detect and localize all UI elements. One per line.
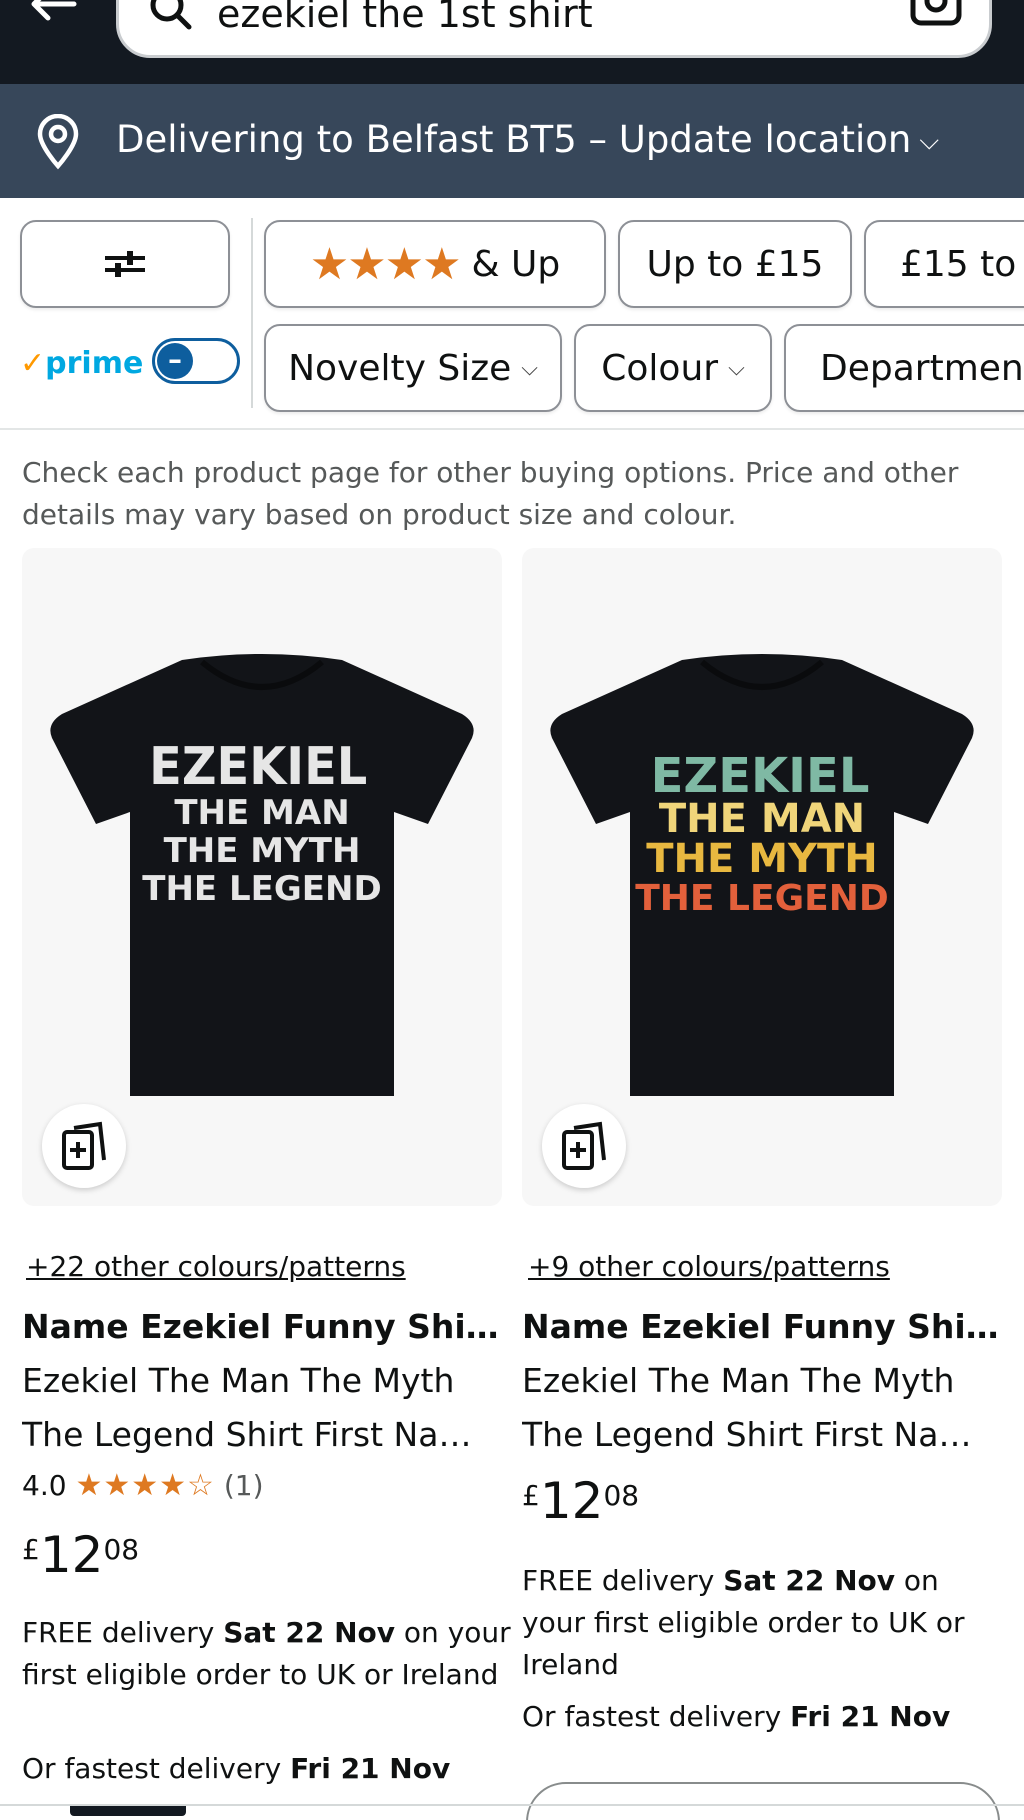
delivery-info: FREE delivery Sat 22 Nov on your first e… <box>522 1564 965 1681</box>
compare-icon <box>562 1121 606 1170</box>
search-icon[interactable] <box>149 0 195 35</box>
delivery-info: FREE delivery Sat 22 Nov on your first e… <box>22 1616 511 1691</box>
compare-icon <box>62 1121 106 1170</box>
other-colours-link[interactable]: +22 other colours/patterns <box>26 1250 406 1283</box>
other-colours-link[interactable]: +9 other colours/patterns <box>528 1250 890 1283</box>
chevron-down-icon: ⌵ <box>521 355 538 381</box>
shirt-text-line: THE LEGEND <box>635 878 889 919</box>
filter-colour-label: Colour <box>601 347 719 389</box>
star-rating-icon: ★★★★ <box>309 238 462 290</box>
filter-department[interactable]: Department <box>784 324 1024 412</box>
filter-bar: ★★★★ & Up Up to £15 £15 to £ ✓prime – No… <box>0 198 1024 430</box>
sliders-icon <box>105 251 145 277</box>
shirt-text-line: THE MAN <box>174 793 349 833</box>
shirt-text-line: EZEKIEL <box>149 736 367 796</box>
tshirt-image: EZEKIEL THE MAN THE MYTH THE LEGEND <box>50 654 474 1096</box>
filter-price-label: Up to £15 <box>646 243 824 285</box>
delivery-location-text: Delivering to Belfast BT5 – Update locat… <box>116 118 912 161</box>
product-price: £1208 <box>522 1472 640 1530</box>
see-options-button[interactable] <box>526 1782 1000 1820</box>
rating-value: 4.0 <box>22 1469 67 1502</box>
filter-stars-label: & Up <box>471 243 561 285</box>
location-pin-icon <box>37 114 79 170</box>
product-title-line: Name Ezekiel Funny Shirts <box>522 1307 1002 1346</box>
product-title-line: Ezekiel The Man The Myth <box>22 1361 455 1400</box>
chevron-down-icon: ⌵ <box>919 125 940 156</box>
search-input[interactable]: ezekiel the 1st shirt <box>116 0 992 58</box>
filter-settings-button[interactable] <box>20 220 230 308</box>
product-title-line: The Legend Shirt First Na… <box>22 1415 472 1454</box>
filter-divider <box>251 218 253 408</box>
tshirt-image: EZEKIEL THE MAN THE MYTH THE LEGEND <box>550 654 974 1096</box>
product-title-line: The Legend Shirt First Na… <box>522 1415 972 1454</box>
product-price: £1208 <box>22 1526 140 1584</box>
filter-up-to-15[interactable]: Up to £15 <box>618 220 852 308</box>
buying-options-notice: Check each product page for other buying… <box>22 456 959 531</box>
product-title-line: Ezekiel The Man The Myth <box>522 1361 955 1400</box>
delivery-location-bar[interactable]: Delivering to Belfast BT5 – Update locat… <box>0 84 1024 198</box>
shirt-text-line: THE LEGEND <box>142 869 381 909</box>
toggle-off-icon: – <box>157 343 193 379</box>
compare-button[interactable] <box>42 1104 126 1188</box>
product-rating[interactable]: 4.0 ★★★★☆ (1) <box>22 1468 264 1503</box>
shirt-text-line: THE MYTH <box>164 831 361 871</box>
compare-button[interactable] <box>542 1104 626 1188</box>
filter-department-label: Department <box>820 347 1024 389</box>
home-indicator <box>70 1806 186 1816</box>
filter-15-to[interactable]: £15 to £ <box>864 220 1024 308</box>
search-header: ezekiel the 1st shirt <box>0 0 1024 84</box>
prime-toggle[interactable]: – <box>152 338 240 384</box>
product-title[interactable]: Name Ezekiel Funny Shirts Ezekiel The Ma… <box>22 1300 502 1462</box>
product-image[interactable]: EZEKIEL THE MAN THE MYTH THE LEGEND <box>22 548 502 1206</box>
star-rating-icon: ★★★★☆ <box>75 1468 215 1503</box>
product-image[interactable]: EZEKIEL THE MAN THE MYTH THE LEGEND <box>522 548 1002 1206</box>
camera-icon[interactable] <box>909 0 965 31</box>
fastest-delivery: Or fastest delivery Fri 21 Nov <box>22 1752 451 1785</box>
search-query-text: ezekiel the 1st shirt <box>217 0 593 36</box>
shirt-text-line: THE MYTH <box>646 836 878 882</box>
arrow-left-icon[interactable] <box>24 0 84 34</box>
filter-colour[interactable]: Colour ⌵ <box>574 324 772 412</box>
filter-novelty-size-label: Novelty Size <box>288 347 512 389</box>
filter-novelty-size[interactable]: Novelty Size ⌵ <box>264 324 562 412</box>
filter-four-stars-up[interactable]: ★★★★ & Up <box>264 220 606 308</box>
chevron-down-icon: ⌵ <box>728 355 745 381</box>
fastest-delivery: Or fastest delivery Fri 21 Nov <box>522 1700 951 1733</box>
filter-price-range-label: £15 to £ <box>900 243 1024 285</box>
prime-logo: ✓prime <box>20 346 144 381</box>
product-title[interactable]: Name Ezekiel Funny Shirts Ezekiel The Ma… <box>522 1300 1002 1462</box>
product-title-line: Name Ezekiel Funny Shirts <box>22 1307 502 1346</box>
rating-count: (1) <box>223 1469 264 1502</box>
